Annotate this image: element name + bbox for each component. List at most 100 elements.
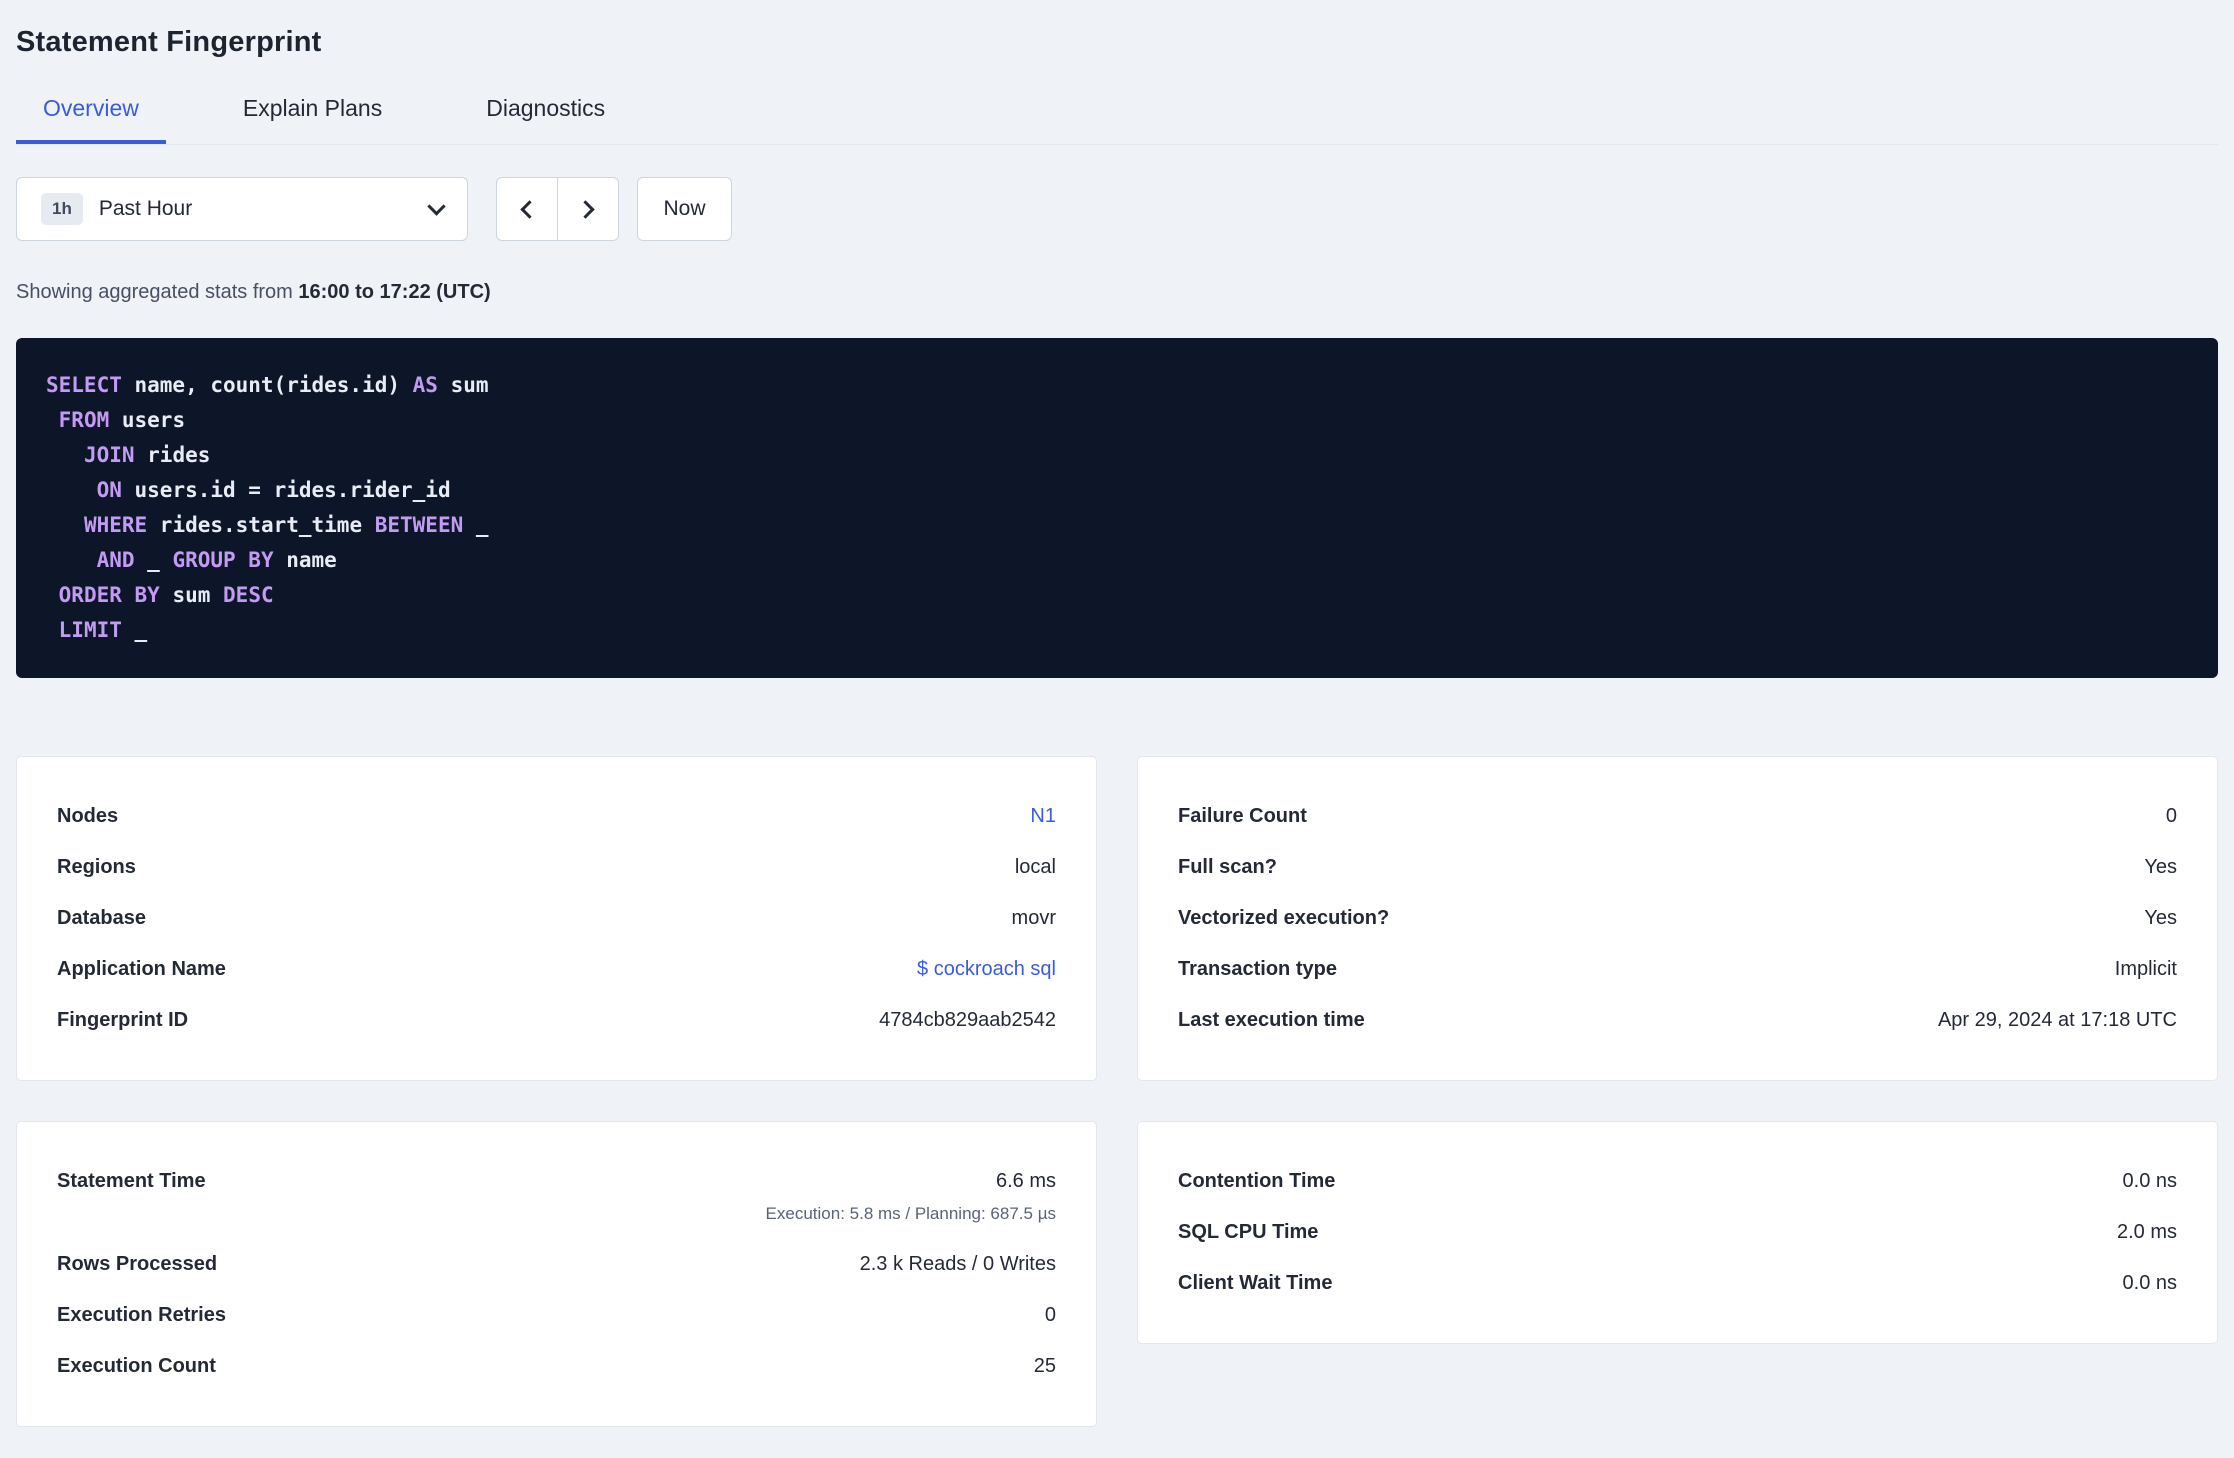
stat-value-wrap: Implicit xyxy=(2115,957,2177,982)
stat-value: 0.0 ns xyxy=(2122,1272,2177,1294)
stat-value-wrap: Apr 29, 2024 at 17:18 UTC xyxy=(1938,1008,2177,1033)
stat-row: Last execution time Apr 29, 2024 at 17:18… xyxy=(1178,995,2177,1046)
sql-text: rides xyxy=(134,443,211,467)
stat-label: Vectorized execution? xyxy=(1178,907,1390,929)
stat-subvalue: Execution: 5.8 ms / Planning: 687.5 µs xyxy=(765,1204,1056,1223)
sql-code-line: WHERE rides.start_time BETWEEN _ xyxy=(46,508,2188,543)
stat-row: Application Name $ cockroach sql xyxy=(57,944,1056,995)
stat-value-wrap: N1 xyxy=(1030,804,1056,829)
stat-value-wrap: 0.0 ns xyxy=(2123,1271,2177,1296)
stat-label: Application Name xyxy=(57,958,226,980)
sql-keyword: ON xyxy=(96,478,122,502)
sql-text: _ xyxy=(121,618,148,642)
stat-row: Execution Count 25 xyxy=(57,1341,1056,1392)
stat-value: 2.3 k Reads / 0 Writes xyxy=(859,1253,1056,1275)
execution-attributes-card: Failure Count 0 Full scan? Yes Vectorized ex… xyxy=(1137,756,2218,1081)
chevron-right-icon xyxy=(576,199,595,219)
stat-label: Database xyxy=(57,907,146,929)
stat-value-wrap: 0.0 ns xyxy=(2123,1169,2177,1194)
sql-code-line: AND _ GROUP BY name xyxy=(46,543,2188,578)
stat-label: Execution Retries xyxy=(57,1304,226,1326)
sql-keyword: SELECT xyxy=(46,373,122,397)
stat-value: 2.0 ms xyxy=(2116,1221,2177,1243)
stat-value: 6.6 ms xyxy=(995,1170,1056,1192)
stats-cards-row-1: Nodes N1 Regions local Database movr Applicati… xyxy=(16,756,2218,1081)
stat-label: Nodes xyxy=(57,805,119,827)
stat-value: Yes xyxy=(2144,907,2177,929)
stat-row: SQL CPU Time 2.0 ms xyxy=(1178,1207,2177,1258)
next-interval-button[interactable] xyxy=(557,177,619,241)
sql-code-line: LIMIT _ xyxy=(46,613,2188,648)
wait-times-card: Contention Time 0.0 ns SQL CPU Time 2.0 ms C… xyxy=(1137,1121,2218,1344)
sql-code-line: FROM users xyxy=(46,403,2188,438)
sql-text: name, count(rides.id) xyxy=(121,373,413,397)
sql-text: users.id = rides.rider_id xyxy=(121,478,451,502)
tab-explain-plans[interactable]: Explain Plans xyxy=(216,89,409,144)
stat-value-wrap: 0 xyxy=(2166,804,2177,829)
stat-row: Failure Count 0 xyxy=(1178,791,2177,842)
sql-text: sum xyxy=(159,583,224,607)
stat-value: movr xyxy=(1011,907,1056,929)
summary-range: 16:00 to 17:22 (UTC) xyxy=(298,281,491,303)
sql-code-line: JOIN rides xyxy=(46,438,2188,473)
sql-keyword: FROM xyxy=(58,408,110,432)
stat-label: Full scan? xyxy=(1178,856,1277,878)
stat-value-link[interactable]: $ cockroach sql xyxy=(917,958,1056,980)
sql-code: SELECT name, count(rides.id) AS sum FROM… xyxy=(46,368,2188,648)
sql-keyword: ORDER BY xyxy=(58,583,160,607)
stat-value-wrap: 2.3 k Reads / 0 Writes xyxy=(860,1252,1056,1277)
sql-keyword: BETWEEN xyxy=(374,513,464,537)
stat-row: Fingerprint ID 4784cb829aab2542 xyxy=(57,995,1056,1046)
stat-label: Fingerprint ID xyxy=(57,1009,189,1031)
stat-value-wrap: Yes xyxy=(2144,855,2177,880)
stat-row: Statement Time 6.6 ms Execution: 5.8 ms / … xyxy=(57,1156,1056,1239)
sql-keyword: DESC xyxy=(223,583,274,607)
stat-value-wrap: movr xyxy=(1012,906,1056,931)
stat-value: 25 xyxy=(1033,1355,1056,1377)
summary-prefix: Showing aggregated stats from xyxy=(16,281,299,303)
sql-code-line: ORDER BY sum DESC xyxy=(46,578,2188,613)
now-button[interactable]: Now xyxy=(637,177,732,241)
time-pager xyxy=(496,177,619,241)
sql-code-line: SELECT name, count(rides.id) AS sum xyxy=(46,368,2188,403)
time-interval-dropdown[interactable]: 1h Past Hour xyxy=(16,177,468,241)
sql-text: rides.start_time xyxy=(147,513,375,537)
sql-keyword: WHERE xyxy=(83,513,148,537)
stat-value-wrap: 0 xyxy=(1045,1303,1056,1328)
stats-cards-row-2: Statement Time 6.6 ms Execution: 5.8 ms / … xyxy=(16,1121,2218,1427)
stat-row: Database movr xyxy=(57,893,1056,944)
stat-row: Transaction type Implicit xyxy=(1178,944,2177,995)
stat-value-wrap: 4784cb829aab2542 xyxy=(879,1008,1056,1033)
tab-diagnostics[interactable]: Diagnostics xyxy=(459,89,632,144)
stat-value: Apr 29, 2024 at 17:18 UTC xyxy=(1937,1009,2177,1031)
stat-label: Statement Time xyxy=(57,1170,206,1192)
stat-label: Contention Time xyxy=(1178,1170,1336,1192)
stat-label: Rows Processed xyxy=(57,1253,218,1275)
sql-text: _ xyxy=(134,548,173,572)
sql-keyword: LIMIT xyxy=(58,618,122,642)
sql-keyword: AND xyxy=(96,548,135,572)
sql-keyword: AS xyxy=(412,373,438,397)
stat-value-wrap: $ cockroach sql xyxy=(917,957,1056,982)
stat-label: Failure Count xyxy=(1178,805,1307,827)
stat-label: Execution Count xyxy=(57,1355,216,1377)
chevron-down-icon xyxy=(427,196,446,216)
stat-row: Rows Processed 2.3 k Reads / 0 Writes xyxy=(57,1239,1056,1290)
stat-row: Contention Time 0.0 ns xyxy=(1178,1156,2177,1207)
stat-row: Execution Retries 0 xyxy=(57,1290,1056,1341)
stat-value: 0 xyxy=(2165,805,2177,827)
chevron-left-icon xyxy=(520,199,539,219)
stat-value: local xyxy=(1014,856,1056,878)
sql-text: sum xyxy=(437,373,489,397)
stat-value-wrap: Yes xyxy=(2144,906,2177,931)
stat-label: Client Wait Time xyxy=(1178,1272,1333,1294)
previous-interval-button[interactable] xyxy=(496,177,558,241)
tab-overview[interactable]: Overview xyxy=(16,89,166,144)
page-title: Statement Fingerprint xyxy=(16,26,322,58)
sql-keyword: JOIN xyxy=(83,443,135,467)
stat-value-link[interactable]: N1 xyxy=(1030,805,1056,827)
